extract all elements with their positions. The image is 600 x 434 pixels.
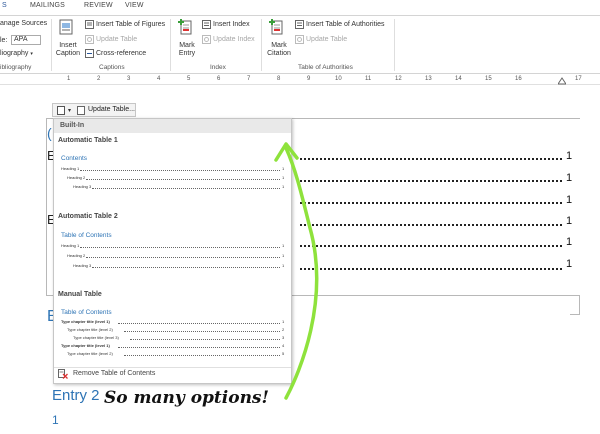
annotation-arrow [274, 142, 319, 400]
annotation-text: So many options! [104, 388, 269, 408]
